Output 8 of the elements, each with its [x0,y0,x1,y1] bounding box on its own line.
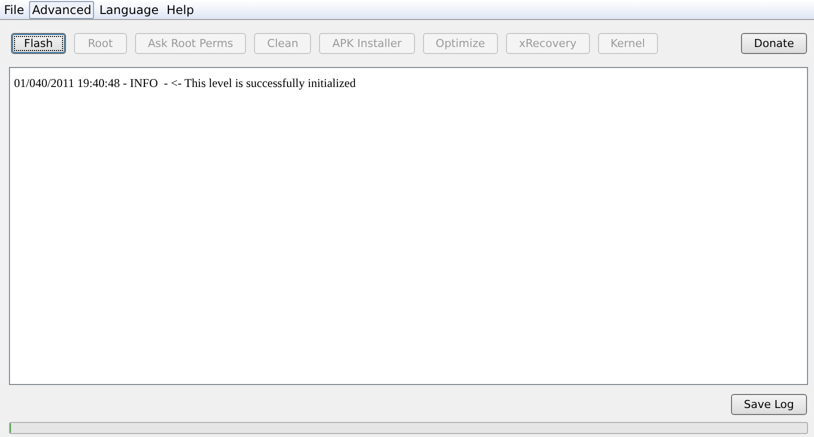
donate-button[interactable]: Donate [741,33,807,54]
toolbar-button[interactable]: Flash [11,33,66,54]
log-line: 01/040/2011 19:40:48 - INFO - <- This level is successfully initialized [14,76,357,91]
menu-item[interactable]: File [1,0,28,18]
menu-item[interactable]: Help [164,0,197,18]
save-log-button[interactable]: Save Log [730,394,807,415]
menu-item[interactable]: Advanced [29,0,94,18]
menu-item[interactable]: Language [96,0,162,18]
